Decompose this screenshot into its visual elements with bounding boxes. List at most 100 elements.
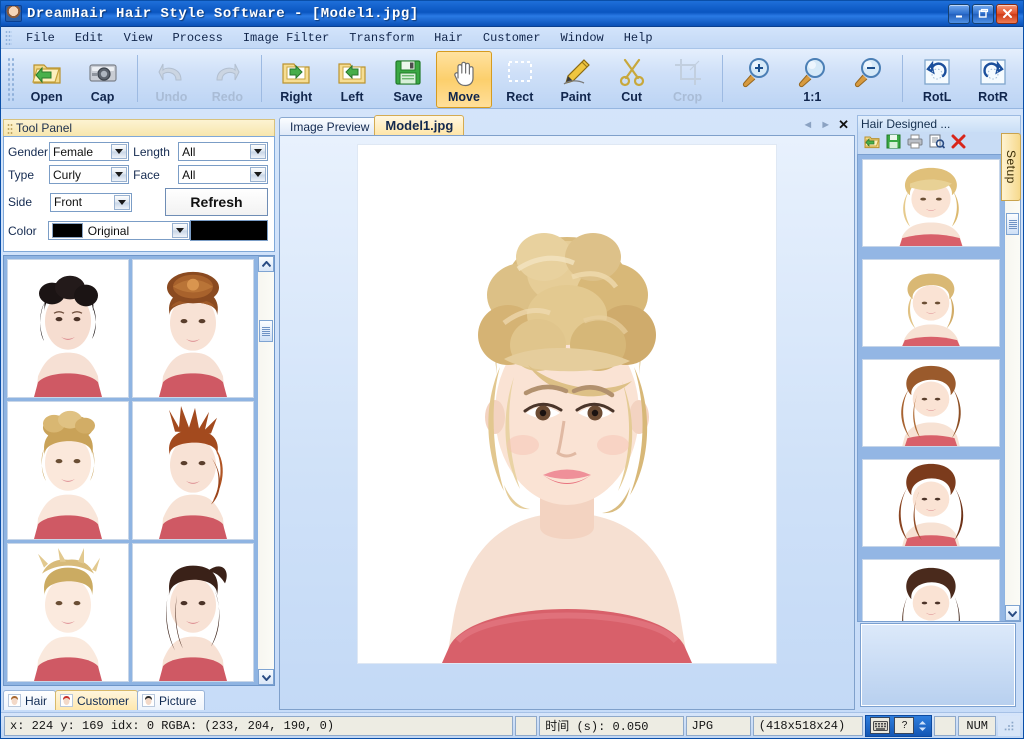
designed-scroll-thumb[interactable] xyxy=(1006,213,1019,235)
tab-hair-label: Hair xyxy=(25,694,47,708)
right-button[interactable]: Right xyxy=(268,51,324,108)
face-label: Face xyxy=(133,168,178,182)
hair-designed-header: Hair Designed ... xyxy=(857,115,1021,132)
hair-thumb-3[interactable] xyxy=(7,401,129,540)
undo-button[interactable]: Undo xyxy=(143,51,199,108)
zoom-out-icon xyxy=(852,56,884,88)
zoom-actual-button[interactable]: 1:1 xyxy=(784,51,840,108)
image-canvas[interactable] xyxy=(279,135,855,710)
tab-image-preview[interactable]: Image Preview xyxy=(279,117,380,135)
status-coords: x: 224 y: 169 idx: 0 RGBA: (233, 204, 19… xyxy=(4,716,513,736)
status-spinner[interactable] xyxy=(918,720,927,732)
filter-form: Gender Female Length All Type Curly xyxy=(3,136,275,252)
designed-preview-box[interactable] xyxy=(861,624,1015,706)
menu-grip[interactable] xyxy=(5,30,12,46)
menu-help[interactable]: Help xyxy=(614,29,663,47)
menu-process[interactable]: Process xyxy=(162,29,232,47)
color-value: Original xyxy=(88,224,129,238)
side-select[interactable]: Front xyxy=(50,193,132,212)
close-button[interactable] xyxy=(996,4,1018,24)
designed-scroll-track[interactable] xyxy=(1005,171,1020,605)
crop-button[interactable]: Crop xyxy=(660,51,716,108)
rotate-left-button[interactable]: RotL xyxy=(909,51,965,108)
tab-close-button[interactable]: ✕ xyxy=(838,117,849,133)
menu-window[interactable]: Window xyxy=(551,29,614,47)
tab-customer-label: Customer xyxy=(77,694,129,708)
chevron-down-icon xyxy=(111,167,127,182)
hair-thumb-6[interactable] xyxy=(132,543,254,682)
menu-hair[interactable]: Hair xyxy=(424,29,473,47)
designed-thumb-4[interactable] xyxy=(862,459,1000,547)
scroll-up-button[interactable] xyxy=(258,256,274,272)
length-select[interactable]: All xyxy=(178,142,268,161)
cut-button[interactable]: Cut xyxy=(604,51,660,108)
keyboard-icon[interactable] xyxy=(870,717,890,734)
hair-scroll-track[interactable] xyxy=(258,272,274,669)
rotate-left-label: RotL xyxy=(923,90,951,104)
left-button[interactable]: Left xyxy=(324,51,380,108)
hair-thumb-2[interactable] xyxy=(132,259,254,398)
designed-thumb-5[interactable] xyxy=(862,559,1000,621)
rotate-right-button[interactable]: RotR xyxy=(965,51,1021,108)
gender-select[interactable]: Female xyxy=(49,142,129,161)
tab-prev-button[interactable]: ◄ xyxy=(802,119,813,131)
zoom-in-button[interactable] xyxy=(728,51,784,108)
scroll-down-button[interactable] xyxy=(258,669,274,685)
refresh-button[interactable]: Refresh xyxy=(165,188,268,216)
designed-list xyxy=(857,154,1021,622)
zoom-out-button[interactable] xyxy=(840,51,896,108)
minimize-button[interactable] xyxy=(948,4,970,24)
color-preview-box[interactable] xyxy=(190,220,268,241)
model-photo[interactable] xyxy=(358,145,776,663)
designed-thumb-1[interactable] xyxy=(862,159,1000,247)
hair-gallery-scrollbar[interactable] xyxy=(257,256,274,685)
tab-next-button[interactable]: ► xyxy=(820,119,831,131)
hair-thumb-5[interactable] xyxy=(7,543,129,682)
designed-scrollbar[interactable] xyxy=(1004,155,1020,621)
tab-hair[interactable]: Hair xyxy=(3,690,56,710)
designed-thumb-3[interactable] xyxy=(862,359,1000,447)
maximize-button[interactable] xyxy=(972,4,994,24)
designed-thumb-2[interactable] xyxy=(862,259,1000,347)
setup-tab[interactable]: Setup xyxy=(1001,133,1021,201)
filter-row-3: Side Front Refresh xyxy=(8,188,268,216)
tab-customer[interactable]: Customer xyxy=(55,690,138,710)
color-select[interactable]: Original xyxy=(48,221,190,240)
save-button[interactable]: Save xyxy=(380,51,436,108)
menu-file[interactable]: File xyxy=(16,29,65,47)
menu-transform[interactable]: Transform xyxy=(339,29,424,47)
help-icon[interactable]: ? xyxy=(894,717,914,734)
tab-picture[interactable]: Picture xyxy=(137,690,205,710)
hair-thumb-1[interactable] xyxy=(7,259,129,398)
cap-label: Cap xyxy=(91,90,115,104)
rect-button[interactable]: Rect xyxy=(492,51,548,108)
save-icon[interactable] xyxy=(886,134,901,152)
resize-grip[interactable] xyxy=(998,716,1020,736)
filter-row-4: Color Original xyxy=(8,220,268,241)
paint-button[interactable]: Paint xyxy=(548,51,604,108)
menu-edit[interactable]: Edit xyxy=(65,29,114,47)
tool-panel-grip[interactable] xyxy=(7,123,13,134)
open-button[interactable]: Open xyxy=(19,51,75,108)
menu-view[interactable]: View xyxy=(114,29,163,47)
type-select[interactable]: Curly xyxy=(49,165,129,184)
tab-model1[interactable]: Model1.jpg xyxy=(374,115,464,135)
print-icon[interactable] xyxy=(907,134,923,152)
redo-button[interactable]: Redo xyxy=(199,51,255,108)
folder-left-icon xyxy=(336,56,368,88)
hair-scroll-thumb[interactable] xyxy=(259,320,273,342)
move-button[interactable]: Move xyxy=(436,51,492,108)
type-label: Type xyxy=(8,168,49,182)
open-icon[interactable] xyxy=(864,134,880,152)
toolbar-grip[interactable] xyxy=(7,57,15,103)
menu-customer[interactable]: Customer xyxy=(473,29,551,47)
designed-scroll-down-button[interactable] xyxy=(1005,605,1020,621)
face-select[interactable]: All xyxy=(178,165,268,184)
filter-row-1: Gender Female Length All xyxy=(8,142,268,161)
chevron-down-icon xyxy=(172,223,188,238)
menu-image-filter[interactable]: Image Filter xyxy=(233,29,339,47)
cap-button[interactable]: Cap xyxy=(75,51,131,108)
delete-icon[interactable] xyxy=(951,134,966,152)
preview-icon[interactable] xyxy=(929,134,945,152)
hair-thumb-4[interactable] xyxy=(132,401,254,540)
